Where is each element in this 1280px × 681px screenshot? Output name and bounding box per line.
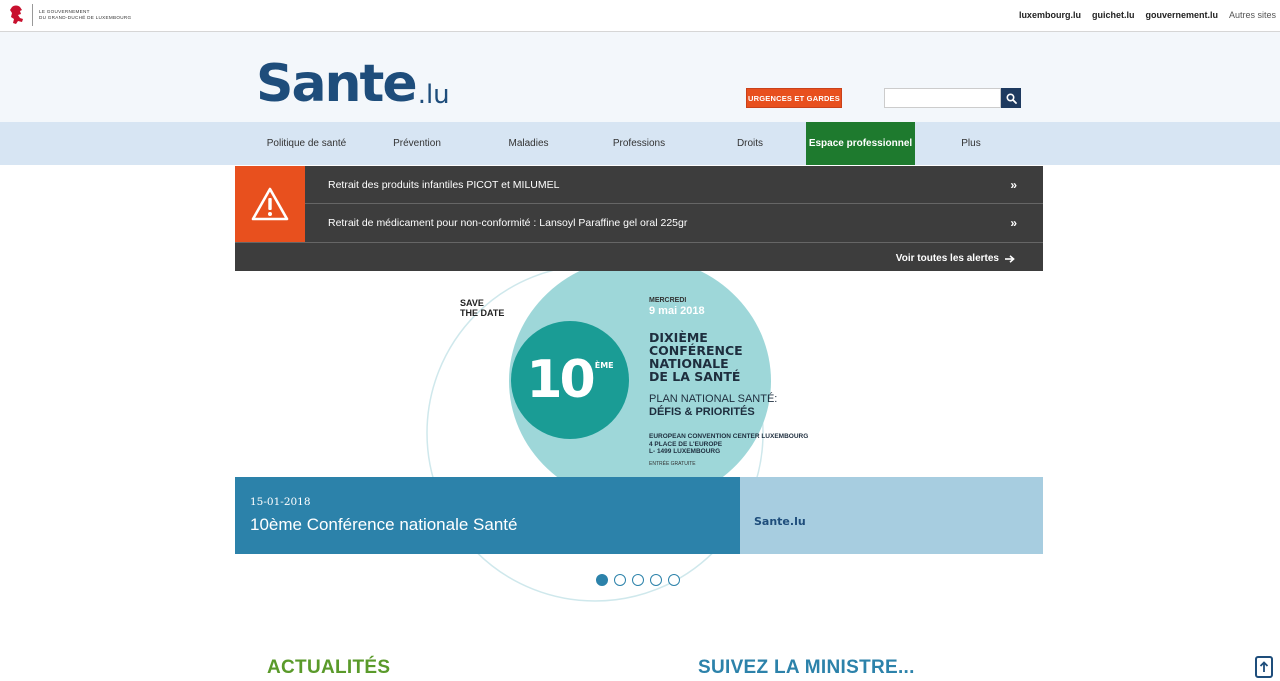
alert-text: Retrait des produits infantiles PICOT et… [328,178,560,191]
carousel-dots [596,574,680,586]
carousel-dot-5[interactable] [668,574,680,586]
address-line3: L- 1499 LUXEMBOURG [649,448,721,455]
nav-items: Politique de santé Prévention Maladies P… [252,122,1027,165]
logo-suffix-text: .lu [417,80,450,110]
tenth-number: 10 [526,350,595,410]
nav-item-prevention[interactable]: Prévention [361,122,473,165]
nav-item-plus[interactable]: Plus [915,122,1027,165]
link-luxembourg[interactable]: luxembourg.lu [1019,10,1081,20]
main-navigation: Politique de santé Prévention Maladies P… [0,122,1280,165]
alert-icon-box [235,166,305,242]
conference-title: DIXIÈME CONFÉRENCE NATIONALE DE LA SANTÉ [649,331,743,383]
slide-caption-right: Sante.lu [740,477,1043,554]
government-logo[interactable]: Le gouvernement du Grand-Duché de Luxemb… [8,4,131,26]
site-header: Sante .lu URGENCES ET GARDES [0,32,1280,122]
caption-date: 15-01-2018 [250,496,311,508]
alert-item[interactable]: Retrait de médicament pour non-conformit… [305,204,1043,242]
address-line2: 4 PLACE DE L'EUROPE [649,440,723,448]
logo-separator [32,4,33,26]
plan-line1: PLAN NATIONAL SANTÉ: [649,393,778,405]
alerts-panel: Retrait des produits infantiles PICOT et… [235,166,1043,271]
nav-item-professions[interactable]: Professions [584,122,694,165]
nav-item-maladies[interactable]: Maladies [473,122,584,165]
search-button[interactable] [1001,88,1021,108]
event-address: EUROPEAN CONVENTION CENTER LUXEMBOURG 4 … [649,433,808,456]
save-date-line2: THE DATE [460,308,505,318]
entree-gratuite: ENTRÉE GRATUITE [649,461,696,467]
gov-links: luxembourg.lu guichet.lu gouvernement.lu… [1019,10,1276,20]
arrow-right-icon [1005,254,1015,263]
link-gouvernement[interactable]: gouvernement.lu [1145,10,1218,20]
all-alerts-link[interactable]: Voir toutes les alertes [896,253,1015,264]
plan-national: PLAN NATIONAL SANTÉ: DÉFIS & PRIORITÉS [649,393,777,419]
link-guichet[interactable]: guichet.lu [1092,10,1135,20]
event-date-full: 9 mai 2018 [649,305,705,317]
event-day: MERCREDI [649,297,687,304]
alerts-divider [235,242,1043,243]
lion-icon [10,5,23,24]
alert-item[interactable]: Retrait des produits infantiles PICOT et… [305,166,1043,204]
logo-text-line2: du Grand-Duché de Luxembourg [39,15,132,20]
caption-logo: Sante.lu [754,515,806,528]
search-box [884,88,1021,108]
nav-item-politique[interactable]: Politique de santé [252,122,361,165]
logo-main-text: Sante [256,54,418,114]
address-line1: EUROPEAN CONVENTION CENTER LUXEMBOURG [649,433,809,440]
nav-item-droits[interactable]: Droits [694,122,806,165]
plan-line2: DÉFIS & PRIORITÉS [649,406,755,418]
alert-text: Retrait de médicament pour non-conformit… [328,217,688,229]
event-date: MERCREDI 9 mai 2018 [649,297,705,317]
double-chevron-icon: » [1010,216,1017,230]
save-date-line1: SAVE [460,298,484,308]
conf-line4: DE LA SANTÉ [649,369,741,384]
tenth-badge: 10 ÈME [511,321,629,439]
government-logo-text: Le gouvernement du Grand-Duché de Luxemb… [39,9,131,21]
government-bar: Le gouvernement du Grand-Duché de Luxemb… [0,0,1280,32]
slide-caption[interactable]: 15-01-2018 10ème Conférence nationale Sa… [235,477,740,554]
tenth-suffix: ÈME [594,360,614,370]
save-the-date: SAVE THE DATE [460,298,504,318]
caption-title: 10ème Conférence nationale Santé [250,515,518,534]
carousel-dot-2[interactable] [614,574,626,586]
warning-icon [251,187,289,221]
all-alerts-label: Voir toutes les alertes [895,253,999,264]
carousel-dot-4[interactable] [650,574,662,586]
nav-item-espace-professionnel[interactable]: Espace professionnel [806,122,915,165]
section-title-actualites: ACTUALITÉS [267,657,391,678]
link-other-sites[interactable]: Autres sites [1229,10,1276,20]
news-carousel: SAVE THE DATE 10 ÈME MERCREDI 9 mai 2018… [235,271,1043,607]
arrow-up-icon [1259,661,1269,672]
section-title-ministre: SUIVEZ LA MINISTRE... [698,657,915,678]
site-logo[interactable]: Sante .lu [256,58,450,110]
carousel-dot-3[interactable] [632,574,644,586]
urgences-button[interactable]: URGENCES ET GARDES [746,88,842,108]
search-input[interactable] [884,88,1001,108]
double-chevron-icon: » [1010,178,1017,192]
back-to-top-button[interactable] [1255,656,1273,678]
carousel-dot-1[interactable] [596,574,608,586]
search-icon [1005,92,1017,104]
